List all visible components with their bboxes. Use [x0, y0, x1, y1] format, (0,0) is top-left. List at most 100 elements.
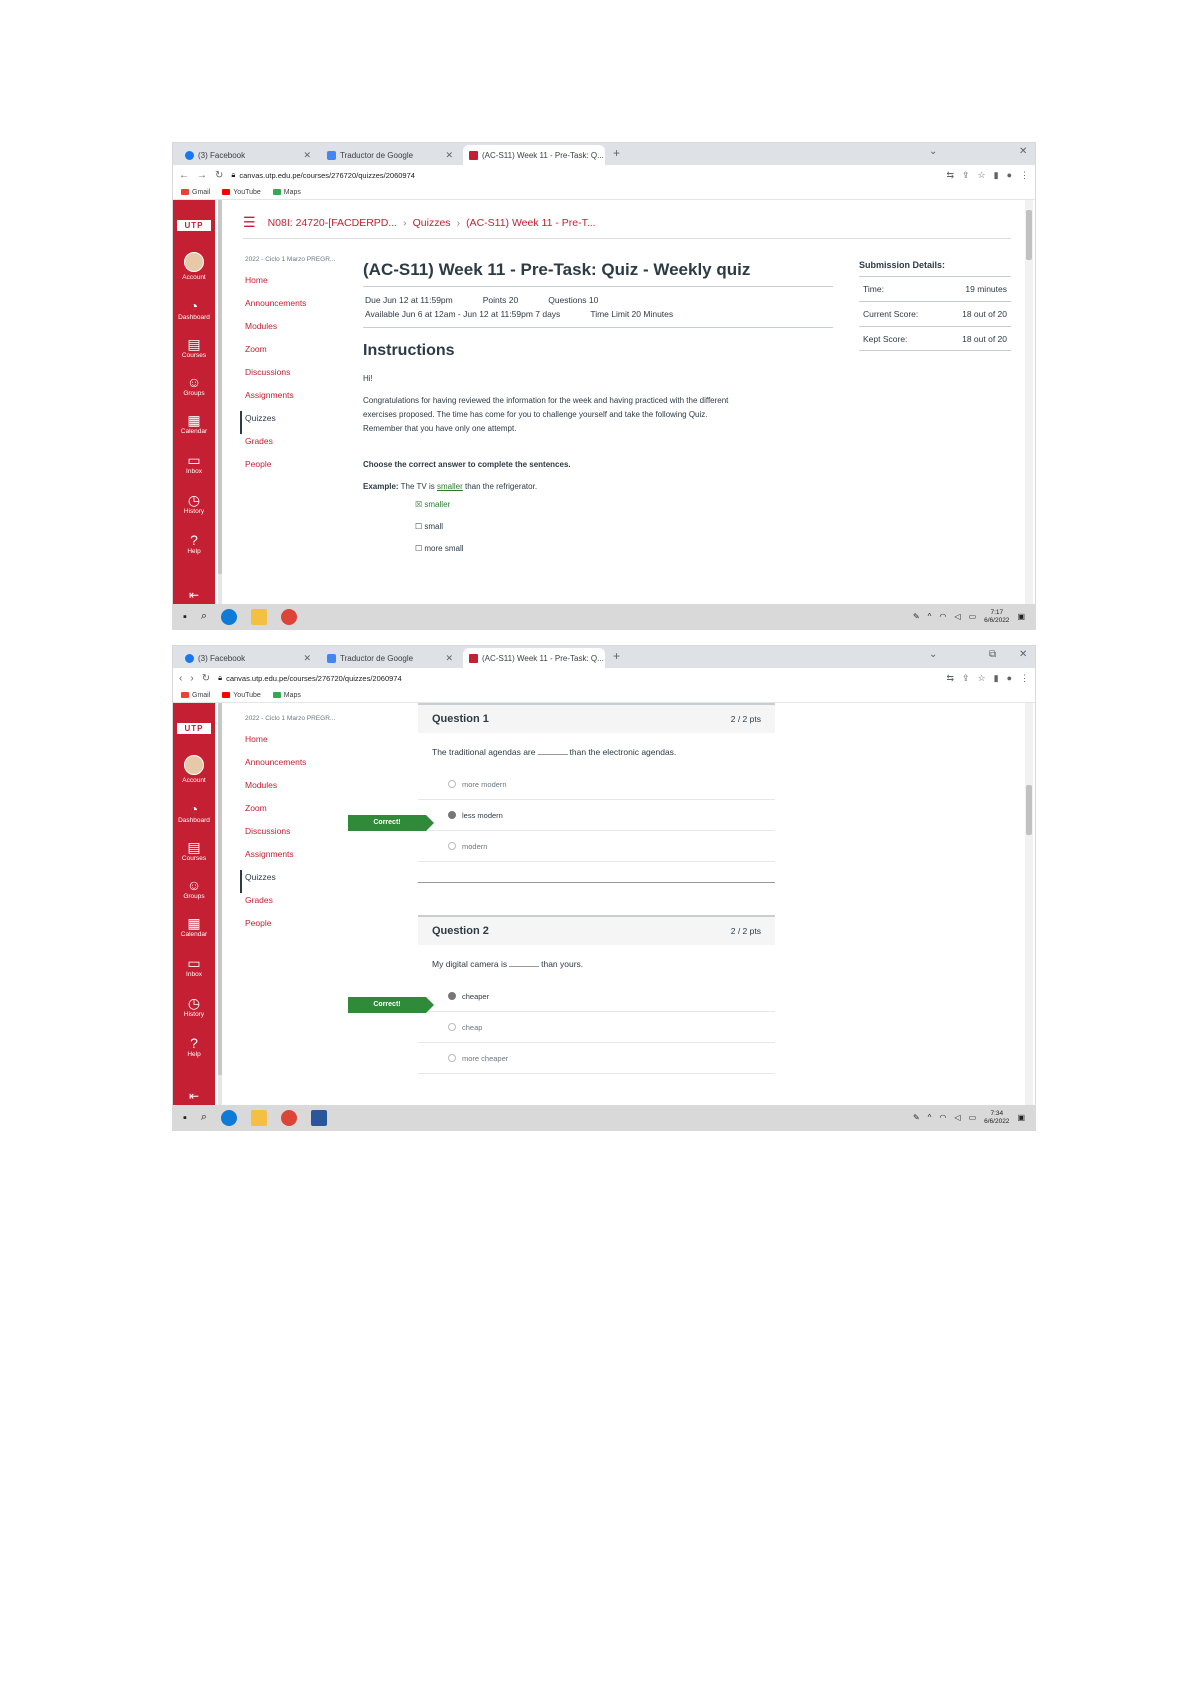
page-scrollbar[interactable] [1025, 703, 1033, 1107]
course-nav-grades[interactable]: Grades [245, 434, 345, 457]
pen-icon[interactable]: ✎ [913, 1113, 920, 1122]
scroll-thumb[interactable] [1026, 785, 1032, 835]
collapse-icon[interactable]: ⇤ [173, 588, 215, 602]
chrome-icon[interactable] [281, 608, 298, 625]
gnav-calendar[interactable]: ▦ Calendar [173, 412, 215, 435]
course-nav-discussions[interactable]: Discussions [245, 365, 345, 388]
course-nav-quizzes[interactable]: Quizzes [240, 870, 345, 893]
windows-start-icon[interactable]: ▪ [183, 1112, 187, 1124]
answer-option[interactable]: more cheaper [418, 1043, 775, 1074]
search-icon[interactable]: ⌕ [201, 610, 207, 623]
translate-page-icon[interactable]: ⇆ [946, 170, 954, 181]
course-nav-people[interactable]: People [245, 457, 345, 480]
reload-icon[interactable]: ↻ [215, 170, 223, 181]
battery-icon[interactable]: ▭ [969, 1113, 977, 1122]
close-icon[interactable]: ✕ [303, 150, 311, 161]
gnav-dashboard[interactable]: ◔ Dashboard [173, 298, 215, 321]
reload-icon[interactable]: ↻ [202, 673, 210, 684]
clock[interactable]: 7:34 6/6/2022 [984, 1110, 1009, 1126]
gnav-account[interactable]: Account [173, 755, 215, 784]
menu-icon[interactable]: ⋮ [1020, 170, 1029, 181]
bookmark-gmail[interactable]: Gmail [181, 189, 210, 196]
sidebar-icon[interactable]: ▮ [994, 170, 999, 181]
forward-icon[interactable]: › [190, 673, 193, 684]
nav-scrollbar[interactable] [218, 703, 222, 1107]
volume-icon[interactable]: ◁ [954, 1113, 960, 1122]
bookmark-youtube[interactable]: YouTube [222, 189, 261, 196]
course-nav-quizzes[interactable]: Quizzes [240, 411, 345, 434]
course-nav-grades[interactable]: Grades [245, 893, 345, 916]
folder-icon[interactable] [251, 1109, 268, 1126]
close-icon[interactable]: ✕ [303, 653, 311, 664]
star-icon[interactable]: ☆ [978, 170, 986, 181]
answer-option[interactable]: more modern [418, 769, 775, 800]
edge-icon[interactable] [221, 608, 238, 625]
gnav-history[interactable]: ◷ History [173, 995, 215, 1018]
course-nav-discussions[interactable]: Discussions [245, 824, 345, 847]
close-icon[interactable]: ✕ [445, 653, 453, 664]
gnav-inbox[interactable]: ▭ Inbox [173, 452, 215, 475]
close-icon[interactable]: ✕ [445, 150, 453, 161]
forward-icon[interactable]: → [197, 170, 207, 181]
breadcrumb-course[interactable]: N08I: 24720-[FACDERPD... [268, 217, 398, 229]
wifi-icon[interactable]: ◠ [939, 1113, 946, 1122]
breadcrumb-quizzes[interactable]: Quizzes [413, 217, 451, 229]
chevron-up-icon[interactable]: ^ [928, 1113, 932, 1122]
menu-icon[interactable]: ⋮ [1020, 673, 1029, 684]
gnav-inbox[interactable]: ▭ Inbox [173, 955, 215, 978]
gnav-account[interactable]: Account [173, 252, 215, 281]
course-nav-announcements[interactable]: Announcements [245, 755, 345, 778]
course-nav-assignments[interactable]: Assignments [245, 847, 345, 870]
wifi-icon[interactable]: ◠ [939, 612, 946, 621]
word-icon[interactable] [311, 1109, 328, 1126]
chevron-down-icon[interactable]: ⌄ [929, 146, 937, 157]
pen-icon[interactable]: ✎ [913, 612, 920, 621]
gnav-groups[interactable]: ☺ Groups [173, 374, 215, 397]
profile-icon[interactable]: ● [1007, 170, 1012, 181]
bookmark-maps[interactable]: Maps [272, 189, 301, 196]
profile-icon[interactable]: ● [1007, 673, 1012, 684]
battery-icon[interactable]: ▭ [969, 612, 977, 621]
answer-option[interactable]: cheap [418, 1012, 775, 1043]
notifications-icon[interactable]: ▣ [1017, 1113, 1025, 1122]
chevron-up-icon[interactable]: ^ [928, 612, 932, 621]
course-nav-zoom[interactable]: Zoom [245, 342, 345, 365]
share-icon[interactable]: ⇪ [962, 673, 970, 684]
course-nav-modules[interactable]: Modules [245, 778, 345, 801]
tab-quiz[interactable]: (AC-S11) Week 11 - Pre-Task: Q... ✕ [463, 648, 605, 668]
course-nav-people[interactable]: People [245, 916, 345, 939]
tab-facebook[interactable]: (3) Facebook ✕ [179, 648, 317, 668]
restore-icon[interactable]: ⧉ [989, 649, 996, 660]
gnav-groups[interactable]: ☺ Groups [173, 877, 215, 900]
tab-translate[interactable]: Traductor de Google ✕ [321, 648, 459, 668]
folder-icon[interactable] [251, 608, 268, 625]
nav-scrollbar[interactable] [218, 200, 222, 606]
new-tab-icon[interactable]: + [613, 649, 620, 663]
chrome-icon[interactable] [281, 1109, 298, 1126]
hamburger-icon[interactable]: ☰ [243, 214, 256, 231]
notifications-icon[interactable]: ▣ [1017, 612, 1025, 621]
url-field[interactable]: 🔒︎ canvas.utp.edu.pe/courses/276720/quiz… [231, 170, 938, 180]
scroll-thumb[interactable] [1026, 210, 1032, 260]
search-icon[interactable]: ⌕ [201, 1111, 207, 1124]
course-nav-announcements[interactable]: Announcements [245, 296, 345, 319]
windows-start-icon[interactable]: ▪ [183, 611, 187, 623]
back-icon[interactable]: ‹ [179, 673, 182, 684]
tab-translate[interactable]: Traductor de Google ✕ [321, 145, 459, 165]
answer-option[interactable]: modern [418, 831, 775, 862]
gnav-calendar[interactable]: ▦ Calendar [173, 915, 215, 938]
bookmark-gmail[interactable]: Gmail [181, 692, 210, 699]
course-nav-assignments[interactable]: Assignments [245, 388, 345, 411]
bookmark-youtube[interactable]: YouTube [222, 692, 261, 699]
course-nav-home[interactable]: Home [245, 273, 345, 296]
back-icon[interactable]: ← [179, 170, 189, 181]
gnav-courses[interactable]: ▤ Courses [173, 336, 215, 359]
gnav-courses[interactable]: ▤ Courses [173, 839, 215, 862]
bookmark-maps[interactable]: Maps [272, 692, 301, 699]
course-nav-modules[interactable]: Modules [245, 319, 345, 342]
gnav-help[interactable]: ? Help [173, 532, 215, 555]
course-nav-home[interactable]: Home [245, 732, 345, 755]
tab-facebook[interactable]: (3) Facebook ✕ [179, 145, 317, 165]
new-tab-icon[interactable]: + [613, 146, 620, 160]
volume-icon[interactable]: ◁ [954, 612, 960, 621]
